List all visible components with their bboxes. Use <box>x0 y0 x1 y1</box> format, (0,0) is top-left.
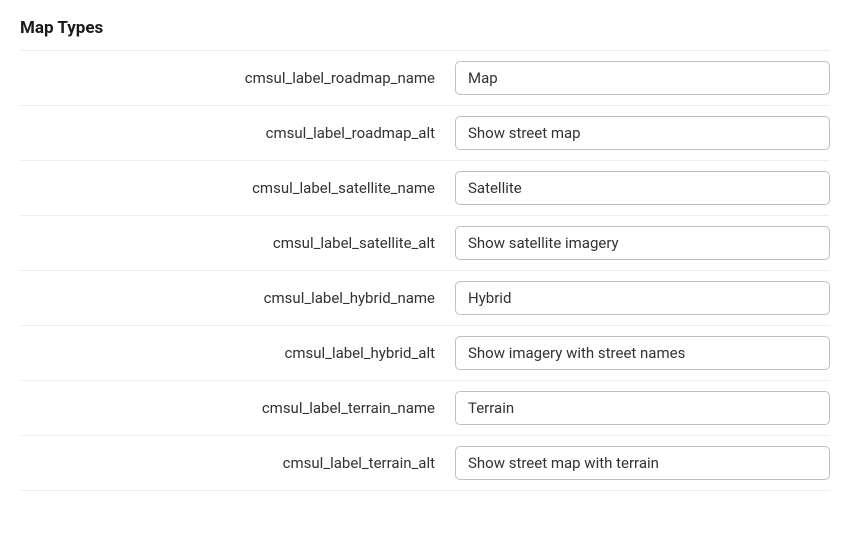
field-label: cmsul_label_hybrid_name <box>20 289 455 307</box>
field-label: cmsul_label_terrain_alt <box>20 454 455 472</box>
field-input-wrap <box>455 391 830 425</box>
section-title: Map Types <box>20 10 830 51</box>
field-input-wrap <box>455 226 830 260</box>
hybrid-alt-input[interactable] <box>455 336 830 370</box>
terrain-name-input[interactable] <box>455 391 830 425</box>
field-input-wrap <box>455 446 830 480</box>
hybrid-name-input[interactable] <box>455 281 830 315</box>
field-label: cmsul_label_roadmap_alt <box>20 124 455 142</box>
field-input-wrap <box>455 171 830 205</box>
form-row-terrain-name: cmsul_label_terrain_name <box>20 381 830 436</box>
satellite-alt-input[interactable] <box>455 226 830 260</box>
form-row-satellite-alt: cmsul_label_satellite_alt <box>20 216 830 271</box>
form-row-hybrid-alt: cmsul_label_hybrid_alt <box>20 326 830 381</box>
roadmap-name-input[interactable] <box>455 61 830 95</box>
terrain-alt-input[interactable] <box>455 446 830 480</box>
field-input-wrap <box>455 281 830 315</box>
field-input-wrap <box>455 116 830 150</box>
form-row-terrain-alt: cmsul_label_terrain_alt <box>20 436 830 491</box>
form-row-satellite-name: cmsul_label_satellite_name <box>20 161 830 216</box>
field-input-wrap <box>455 336 830 370</box>
field-label: cmsul_label_terrain_name <box>20 399 455 417</box>
satellite-name-input[interactable] <box>455 171 830 205</box>
field-label: cmsul_label_satellite_name <box>20 179 455 197</box>
form-row-roadmap-alt: cmsul_label_roadmap_alt <box>20 106 830 161</box>
field-input-wrap <box>455 61 830 95</box>
roadmap-alt-input[interactable] <box>455 116 830 150</box>
form-row-roadmap-name: cmsul_label_roadmap_name <box>20 51 830 106</box>
field-label: cmsul_label_hybrid_alt <box>20 344 455 362</box>
form-row-hybrid-name: cmsul_label_hybrid_name <box>20 271 830 326</box>
field-label: cmsul_label_roadmap_name <box>20 69 455 87</box>
field-label: cmsul_label_satellite_alt <box>20 234 455 252</box>
